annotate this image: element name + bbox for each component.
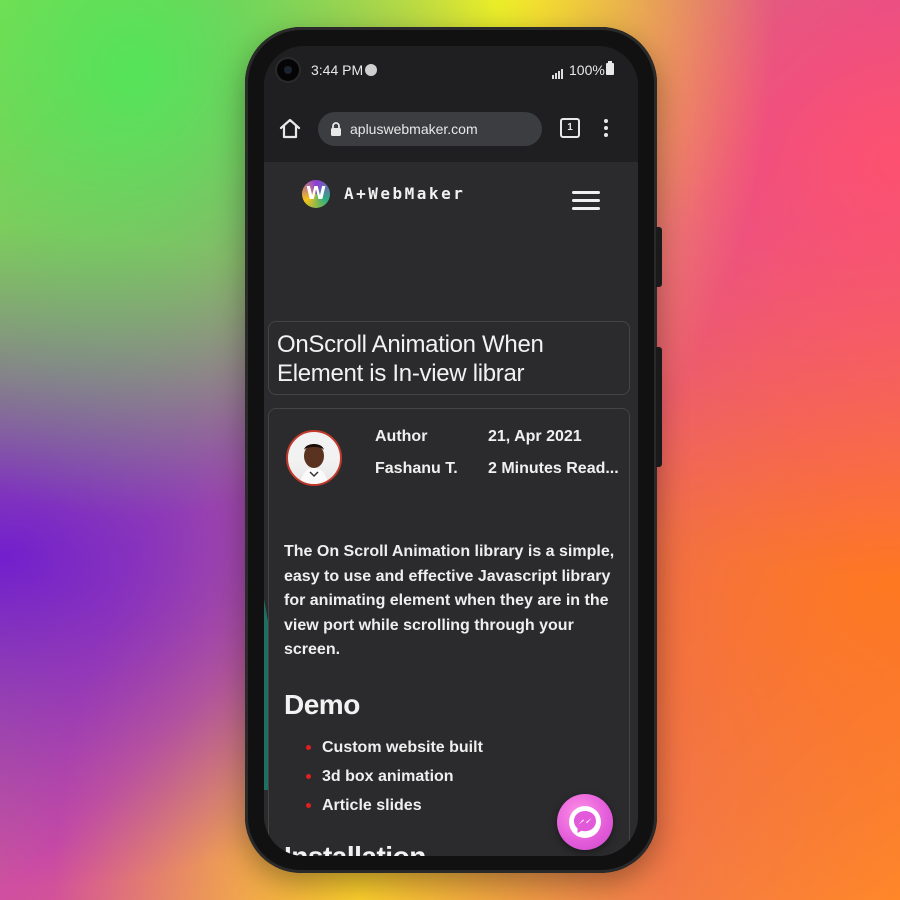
installation-heading: Installation [284,841,426,856]
list-item: Article slides [284,791,483,820]
battery-percentage: 100% [569,62,605,78]
author-avatar[interactable] [286,430,342,486]
hamburger-menu-icon[interactable] [572,191,600,211]
article-title-line2: Element is In-view librar [277,360,525,387]
volume-button [656,227,662,287]
article-title-card: OnScroll Animation When Element is In-vi… [268,321,630,395]
status-bar: 3:44 PM 100% [264,46,638,96]
messenger-chat-button[interactable] [557,794,613,850]
site-logo[interactable]: W [302,180,330,208]
article-card: Author 21, Apr 2021 Fashanu T. 2 Minutes… [268,408,630,856]
page-content: W A+WebMaker OnScroll Animation When Ele… [264,162,638,856]
signal-icon [552,64,564,79]
front-camera [277,59,299,81]
site-header: W A+WebMaker [264,162,638,240]
home-icon[interactable] [278,117,302,141]
list-item: 3d box animation [284,762,483,791]
address-bar[interactable]: apluswebmaker.com [318,112,542,146]
publish-date: 21, Apr 2021 [488,428,582,445]
url-text: apluswebmaker.com [350,121,478,137]
tabs-count-button[interactable]: 1 [560,118,580,138]
avatar-image [300,444,328,484]
phone-screen: 3:44 PM 100% apluswebmaker.com 1 W A+Web… [264,46,638,856]
power-button [656,347,662,467]
spotify-icon [365,64,377,76]
article-intro: The On Scroll Animation library is a sim… [284,543,615,658]
article-title-line1: OnScroll Animation When [277,331,544,358]
phone-frame: 3:44 PM 100% apluswebmaker.com 1 W A+Web… [245,27,662,873]
messenger-icon [569,806,601,838]
demo-list: Custom website built 3d box animation Ar… [284,733,483,820]
read-time: 2 Minutes Read... [488,460,619,477]
battery-icon [606,61,614,75]
browser-toolbar: apluswebmaker.com 1 [264,96,638,162]
demo-heading: Demo [284,689,360,720]
author-name[interactable]: Fashanu T. [375,460,458,478]
list-item: Custom website built [284,733,483,762]
status-time: 3:44 PM [311,62,364,78]
author-label: Author [375,428,428,445]
browser-menu-icon[interactable] [604,119,608,139]
site-logo-text[interactable]: A+WebMaker [344,184,465,203]
lock-icon [331,122,341,136]
